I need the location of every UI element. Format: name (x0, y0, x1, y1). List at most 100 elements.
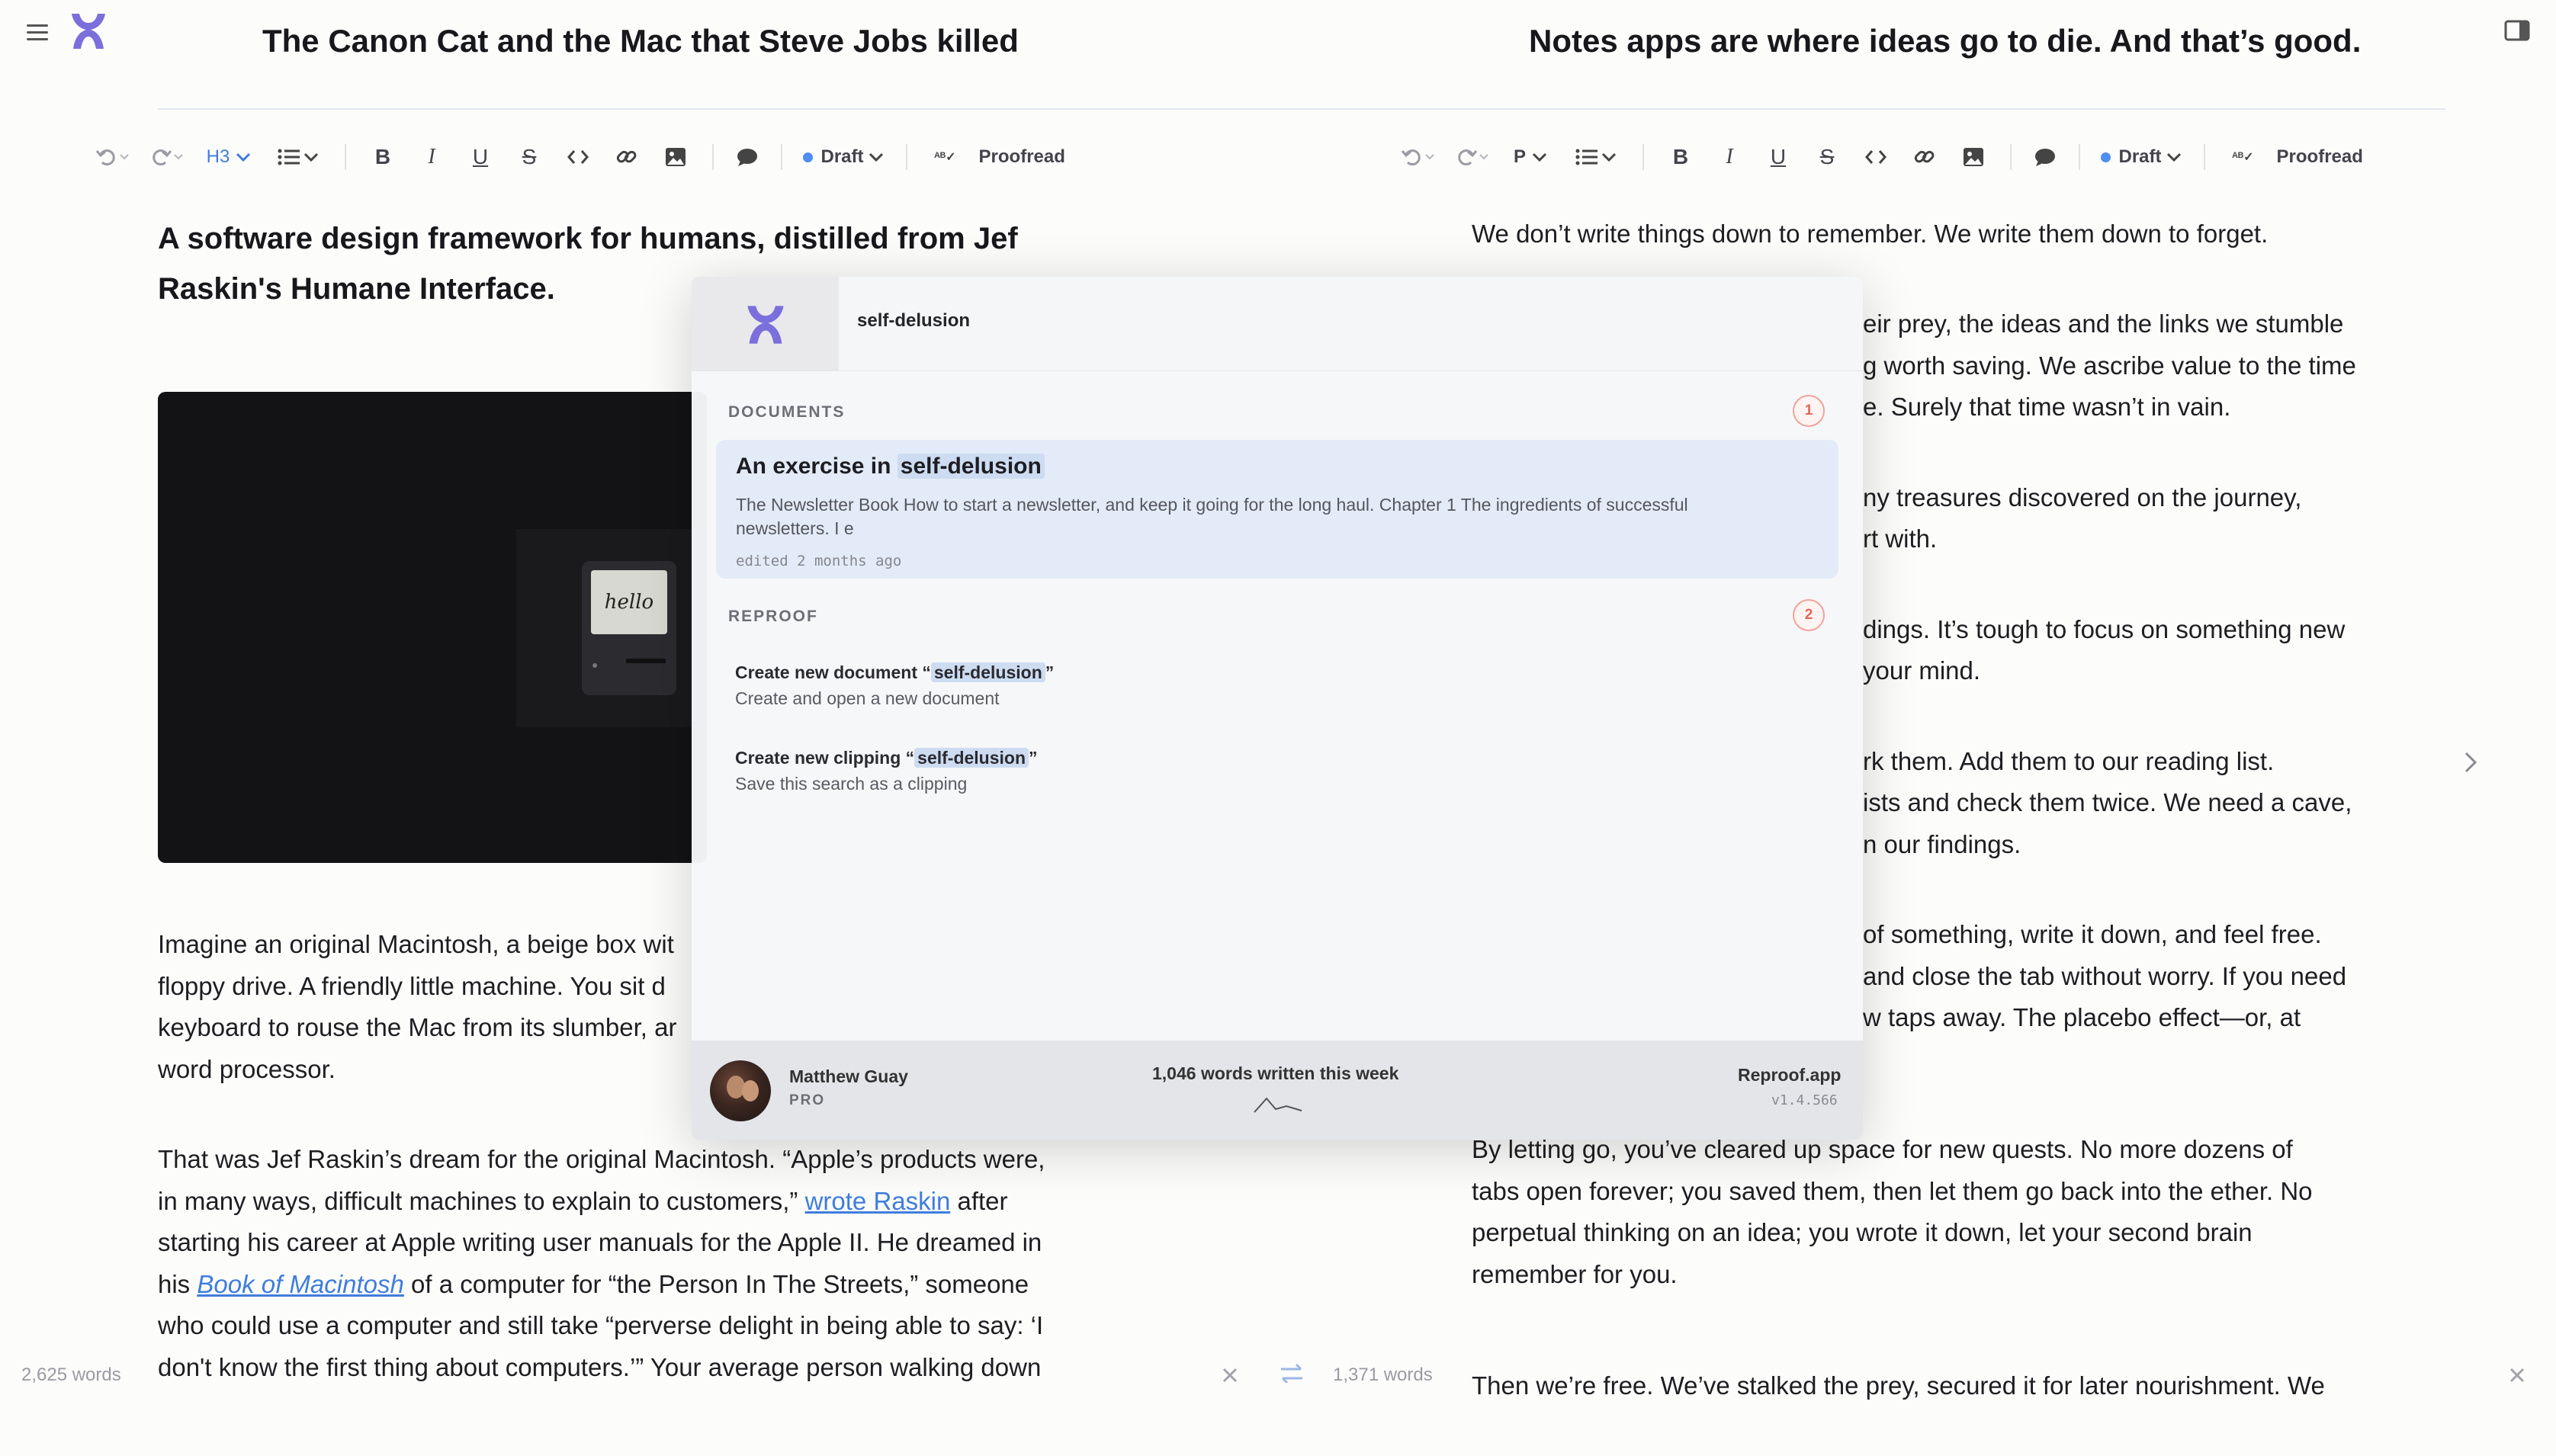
action-title: Create new clipping “self-delusion” (735, 748, 1038, 768)
text-line: after (957, 1186, 1008, 1215)
image-button[interactable] (651, 136, 700, 178)
text-line: of a computer for “the Person In The Str… (411, 1269, 1029, 1298)
underline-icon: U (1770, 145, 1787, 168)
paragraph: That was Jef Raskin’s dream for the orig… (158, 1139, 1210, 1388)
close-icon (1222, 1368, 1238, 1383)
bold-button[interactable]: B (1656, 136, 1705, 178)
text-line: Imagine an original Macintosh, a beige b… (158, 930, 674, 958)
book-of-macintosh-link[interactable]: Book of Macintosh (197, 1270, 403, 1298)
image-button[interactable] (1949, 136, 1998, 178)
text-line: ists and check them twice. We need a cav… (1863, 788, 2352, 816)
search-input[interactable]: self-delusion (857, 310, 970, 332)
search-bar[interactable]: self-delusion (692, 277, 1863, 371)
list-dropdown[interactable] (1562, 136, 1630, 178)
status-dot (803, 152, 814, 162)
left-editor-toolbar: H3 B I U S Draft ᴬᴮ✓ Proofread (90, 136, 1080, 178)
action-title-text: Create new document “ (735, 662, 931, 682)
underline-button[interactable]: U (1754, 136, 1803, 178)
result-title: An exercise in self-delusion (736, 454, 1045, 479)
bullet-list-icon (278, 149, 300, 165)
redo-icon (1458, 149, 1488, 166)
action-title-text: Create new clipping “ (735, 748, 915, 768)
create-document-action[interactable]: Create new document “self-delusion” Crea… (692, 649, 1225, 725)
bold-icon: B (374, 145, 391, 168)
next-page-button[interactable] (2455, 747, 2486, 778)
underline-button[interactable]: U (456, 136, 505, 178)
app-name-link[interactable]: Reproof.app (1738, 1065, 1841, 1086)
code-icon (1865, 150, 1886, 164)
right-document-title[interactable]: Notes apps are where ideas go to die. An… (1529, 23, 2361, 59)
avatar[interactable] (710, 1060, 771, 1121)
status-dropdown[interactable]: Draft (795, 136, 894, 178)
documents-count-badge: 1 (1793, 395, 1825, 427)
text-line: floppy drive. A friendly little machine.… (158, 971, 666, 1000)
mac-screen-text: hello (604, 591, 654, 614)
toolbar-separator (906, 144, 907, 170)
spellcheck-icon: ᴬᴮ✓ (2232, 151, 2254, 164)
comment-button[interactable] (2024, 136, 2066, 178)
paragraph: dings. It’s tough to focus on something … (1863, 609, 2412, 692)
redo-button[interactable] (136, 136, 195, 178)
close-right-pane-button[interactable] (2506, 1366, 2529, 1383)
text-line: e. Surely that time wasn’t in vain. (1863, 393, 2231, 421)
right-document-body[interactable]: We don’t write things down to remember. … (1472, 213, 2402, 255)
undo-button[interactable] (90, 136, 136, 178)
text-line: We don’t write things down to remember. … (1472, 220, 2269, 248)
paragraph: of something, write it down, and feel fr… (1863, 914, 2412, 1039)
text-line: word processor. (158, 1054, 336, 1083)
toolbar-separator (1642, 144, 1644, 170)
document-result[interactable]: An exercise in self-delusion The Newslet… (716, 440, 1838, 579)
right-document-body-fragments[interactable]: eir prey, the ideas and the links we stu… (1863, 303, 2412, 1088)
comment-icon (737, 149, 757, 166)
undo-button[interactable] (1395, 136, 1441, 178)
action-highlight: self-delusion (930, 662, 1045, 682)
paragraph: By letting go, you’ve cleared up space f… (1472, 1129, 2417, 1295)
redo-button[interactable] (1441, 136, 1501, 178)
left-document-title[interactable]: The Canon Cat and the Mac that Steve Job… (262, 23, 1019, 59)
bold-button[interactable]: B (358, 136, 407, 178)
text-line: perpetual thinking on an idea; you wrote… (1472, 1218, 2253, 1246)
proofread-button[interactable]: ᴬᴮ✓ Proofread (920, 136, 1080, 178)
wrote-raskin-link[interactable]: wrote Raskin (805, 1187, 951, 1215)
avatar-face (742, 1080, 759, 1102)
app-logo[interactable] (67, 9, 110, 52)
comment-button[interactable] (726, 136, 769, 178)
status-dropdown[interactable]: Draft (2092, 136, 2192, 178)
chevron-right-icon (2464, 752, 2477, 773)
text-line: dings. It’s tough to focus on something … (1863, 614, 2346, 643)
code-button[interactable] (1851, 136, 1900, 178)
block-type-dropdown[interactable]: H3 (195, 136, 264, 178)
italic-button[interactable]: I (407, 136, 456, 178)
sidebar-toggle-button[interactable] (23, 17, 53, 47)
strikethrough-button[interactable]: S (505, 136, 554, 178)
right-document-body-lower[interactable]: By letting go, you’ve cleared up space f… (1472, 1129, 2417, 1456)
proofread-button[interactable]: ᴬᴮ✓ Proofread (2217, 136, 2378, 178)
block-type-value: H3 (206, 146, 230, 167)
block-type-dropdown[interactable]: P (1501, 136, 1562, 178)
embedded-image[interactable]: hello (158, 392, 707, 863)
app-version: v1.4.566 (1771, 1092, 1838, 1108)
spellcheck-icon: ᴬᴮ✓ (934, 151, 956, 164)
create-clipping-action[interactable]: Create new clipping “self-delusion” Save… (692, 734, 1225, 810)
text-line: starting his career at Apple writing use… (158, 1228, 1042, 1256)
close-left-pane-button[interactable] (1219, 1366, 1241, 1383)
result-title-text: An exercise in (736, 454, 891, 479)
list-dropdown[interactable] (264, 136, 332, 178)
text-line: in many ways, difficult machines to expl… (158, 1186, 798, 1215)
chevron-down-icon (1601, 152, 1617, 162)
split-view-toggle-button[interactable] (2503, 15, 2533, 46)
strikethrough-icon: S (522, 145, 537, 168)
swap-panes-button[interactable] (1276, 1363, 1307, 1383)
floppy-slot (626, 659, 666, 663)
strikethrough-button[interactable]: S (1803, 136, 1851, 178)
weekly-word-stats: 1,046 words written this week (1152, 1063, 1399, 1083)
code-button[interactable] (554, 136, 602, 178)
action-highlight: self-delusion (914, 748, 1029, 768)
text-line: remember for you. (1472, 1259, 1678, 1288)
undo-icon (1401, 149, 1434, 166)
link-button[interactable] (602, 136, 651, 178)
proofread-label: Proofread (978, 146, 1065, 167)
link-button[interactable] (1900, 136, 1949, 178)
chevron-down-icon (236, 152, 251, 162)
italic-button[interactable]: I (1705, 136, 1754, 178)
